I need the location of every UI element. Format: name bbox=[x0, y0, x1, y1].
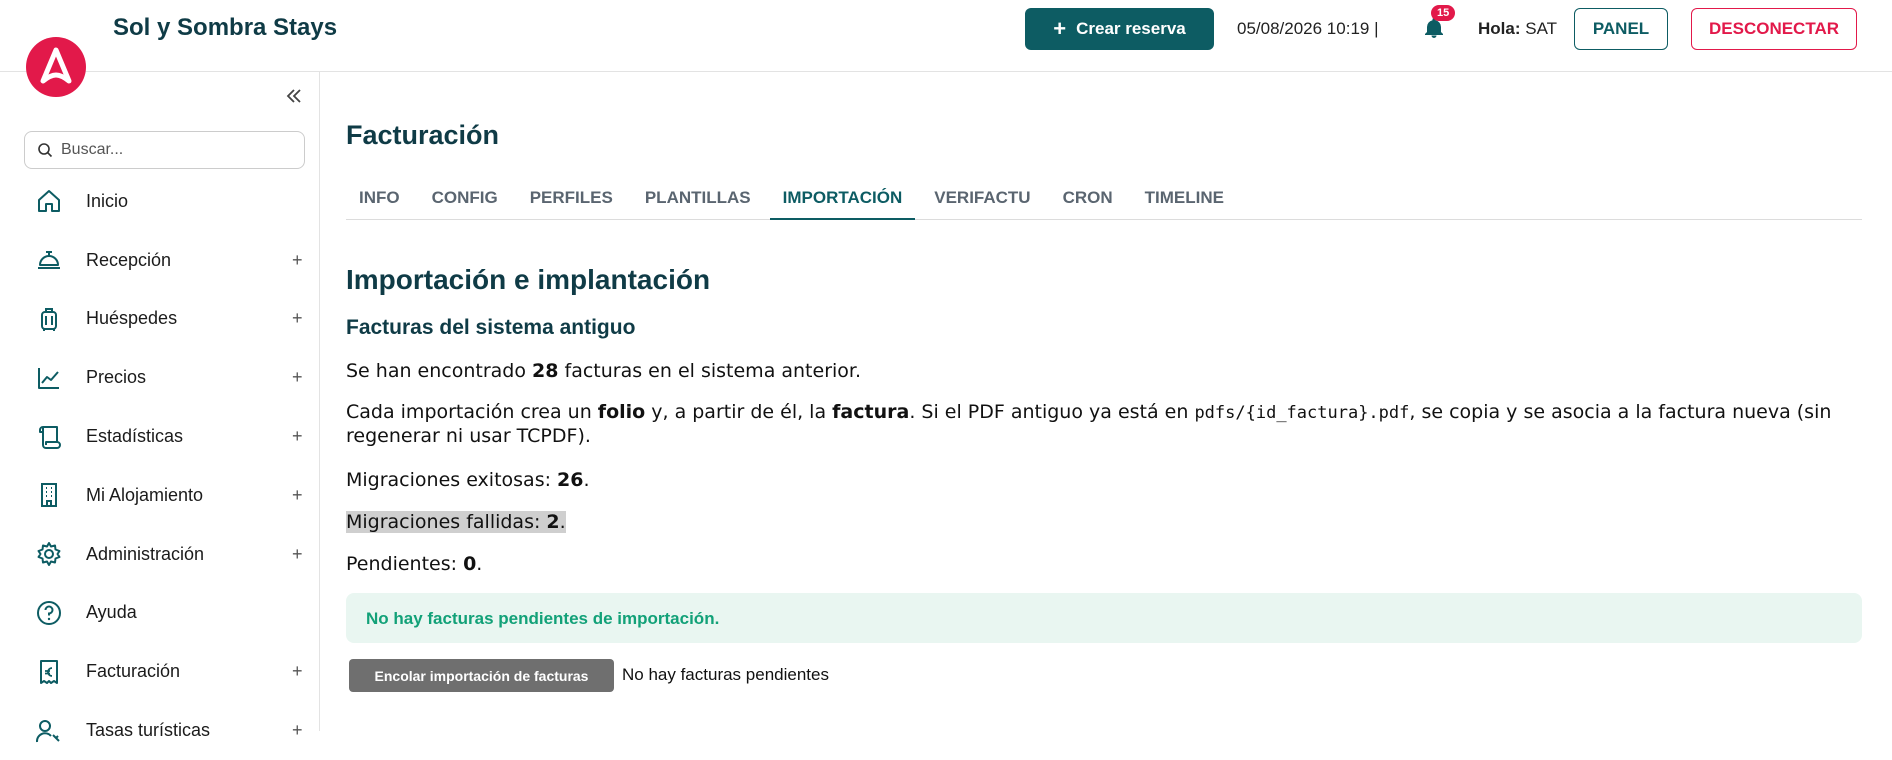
create-reservation-label: Crear reserva bbox=[1076, 19, 1186, 38]
page-title: Facturación bbox=[346, 120, 500, 150]
failed-count: 2 bbox=[546, 511, 560, 533]
current-datetime: 05/08/2026 10:19 | bbox=[1237, 19, 1379, 38]
tab-perfiles[interactable]: PERFILES bbox=[517, 178, 626, 220]
app-title[interactable]: Sol y Sombra Stays bbox=[113, 14, 337, 42]
plus-icon: + bbox=[1053, 16, 1067, 41]
reception-bell-icon bbox=[38, 251, 60, 270]
expand-icon[interactable]: + bbox=[292, 485, 303, 506]
gear-icon bbox=[37, 542, 61, 567]
expand-icon[interactable]: + bbox=[292, 308, 303, 329]
top-bar: Sol y Sombra Stays + Crear reserva 05/08… bbox=[0, 0, 1892, 72]
tab-importacion[interactable]: IMPORTACIÓN bbox=[769, 178, 916, 220]
greeting-label: Hola: bbox=[1478, 19, 1521, 38]
pending-count: 0 bbox=[463, 553, 477, 575]
sidebar-item-label: Mi Alojamiento bbox=[86, 484, 204, 505]
info-text-2: y, a partir de él, la bbox=[645, 401, 833, 423]
failed-migrations: Migraciones fallidas: 2. bbox=[346, 511, 566, 533]
pending-label: Pendientes: bbox=[346, 553, 464, 575]
search-input[interactable] bbox=[61, 141, 291, 159]
scroll-icon bbox=[39, 425, 61, 449]
building-icon bbox=[41, 483, 57, 508]
no-pending-alert: No hay facturas pendientes de importació… bbox=[346, 593, 1862, 643]
sidebar-item-label: Facturación bbox=[86, 661, 181, 682]
sidebar-item-label: Inicio bbox=[86, 190, 129, 211]
sidebar-item-mi-alojamiento[interactable]: Mi Alojamiento + bbox=[0, 466, 320, 525]
expand-icon[interactable]: + bbox=[292, 367, 303, 388]
app-logo[interactable] bbox=[26, 37, 86, 97]
home-icon bbox=[38, 190, 60, 213]
sidebar-item-label: Estadísticas bbox=[86, 426, 184, 447]
logo-icon bbox=[40, 47, 72, 84]
tab-verifactu[interactable]: VERIFACTU bbox=[921, 178, 1043, 220]
found-count: 28 bbox=[532, 360, 559, 382]
success-label: Migraciones exitosas: bbox=[346, 469, 558, 491]
sidebar-search[interactable] bbox=[24, 131, 305, 169]
pending-migrations: Pendientes: 0. bbox=[346, 553, 483, 575]
expand-icon[interactable]: + bbox=[292, 426, 303, 447]
create-reservation-button[interactable]: + Crear reserva bbox=[1025, 8, 1214, 50]
successful-migrations: Migraciones exitosas: 26. bbox=[346, 469, 590, 491]
logout-button[interactable]: DESCONECTAR bbox=[1691, 8, 1857, 50]
euro-receipt-icon bbox=[40, 659, 58, 684]
collapse-sidebar-icon[interactable] bbox=[284, 86, 304, 106]
sidebar-item-label: Ayuda bbox=[86, 602, 137, 623]
import-info-text: Cada importación crea un folio y, a part… bbox=[346, 401, 1862, 448]
failed-label: Migraciones fallidas: bbox=[346, 511, 547, 533]
invoices-found-text: Se han encontrado 28 facturas en el sist… bbox=[346, 360, 861, 382]
tab-bar: INFO CONFIG PERFILES PLANTILLAS IMPORTAC… bbox=[346, 178, 1862, 220]
expand-icon[interactable]: + bbox=[292, 544, 303, 565]
section-title: Importación e implantación bbox=[346, 264, 711, 295]
search-icon bbox=[38, 143, 53, 158]
sidebar-item-recepcion[interactable]: Recepción + bbox=[0, 231, 320, 290]
subsection-title: Facturas del sistema antiguo bbox=[346, 316, 636, 339]
sidebar-item-administracion[interactable]: Administración + bbox=[0, 525, 320, 584]
expand-icon[interactable]: + bbox=[292, 661, 303, 682]
success-count: 26 bbox=[557, 469, 584, 491]
help-icon bbox=[37, 600, 61, 625]
user-name: SAT bbox=[1525, 19, 1558, 38]
sidebar-item-label: Administración bbox=[86, 543, 205, 564]
chart-line-icon bbox=[38, 367, 59, 389]
sidebar-item-ayuda[interactable]: Ayuda bbox=[0, 584, 320, 643]
info-text-3: . Si el PDF antiguo ya está en bbox=[909, 401, 1195, 423]
sidebar-item-facturacion[interactable]: Facturación + bbox=[0, 642, 320, 701]
panel-button[interactable]: PANEL bbox=[1574, 8, 1668, 50]
tab-info[interactable]: INFO bbox=[346, 178, 413, 220]
tab-config[interactable]: CONFIG bbox=[419, 178, 511, 220]
luggage-icon bbox=[41, 307, 57, 331]
sidebar-item-precios[interactable]: Precios + bbox=[0, 348, 320, 407]
sidebar-item-estadisticas[interactable]: Estadísticas + bbox=[0, 407, 320, 466]
notification-badge: 15 bbox=[1431, 5, 1456, 21]
expand-icon[interactable]: + bbox=[292, 250, 303, 271]
sidebar-item-label: Precios bbox=[86, 367, 147, 388]
found-prefix: Se han encontrado bbox=[346, 360, 533, 382]
sidebar-menu: Inicio Recepción + Huéspedes + Precios + bbox=[0, 172, 320, 760]
info-factura: factura bbox=[832, 401, 910, 423]
tab-cron[interactable]: CRON bbox=[1050, 178, 1126, 220]
info-text-1: Cada importación crea un bbox=[346, 401, 598, 423]
info-folio: folio bbox=[597, 401, 646, 423]
tab-timeline[interactable]: TIMELINE bbox=[1132, 178, 1237, 220]
sidebar-item-huespedes[interactable]: Huéspedes + bbox=[0, 290, 320, 349]
found-suffix: facturas en el sistema anterior. bbox=[558, 360, 862, 382]
tab-plantillas[interactable]: PLANTILLAS bbox=[632, 178, 764, 220]
sidebar: Inicio Recepción + Huéspedes + Precios + bbox=[0, 72, 320, 742]
queue-import-button[interactable]: Encolar importación de facturas bbox=[349, 659, 614, 692]
sidebar-item-label: Huéspedes bbox=[86, 308, 178, 329]
greeting: Hola: SAT bbox=[1478, 19, 1557, 39]
sidebar-item-label: Recepción bbox=[86, 249, 172, 270]
pdf-path: pdfs/{id_factura}.pdf bbox=[1194, 403, 1410, 423]
queue-status-note: No hay facturas pendientes bbox=[622, 665, 829, 684]
sidebar-item-inicio[interactable]: Inicio bbox=[0, 172, 320, 231]
